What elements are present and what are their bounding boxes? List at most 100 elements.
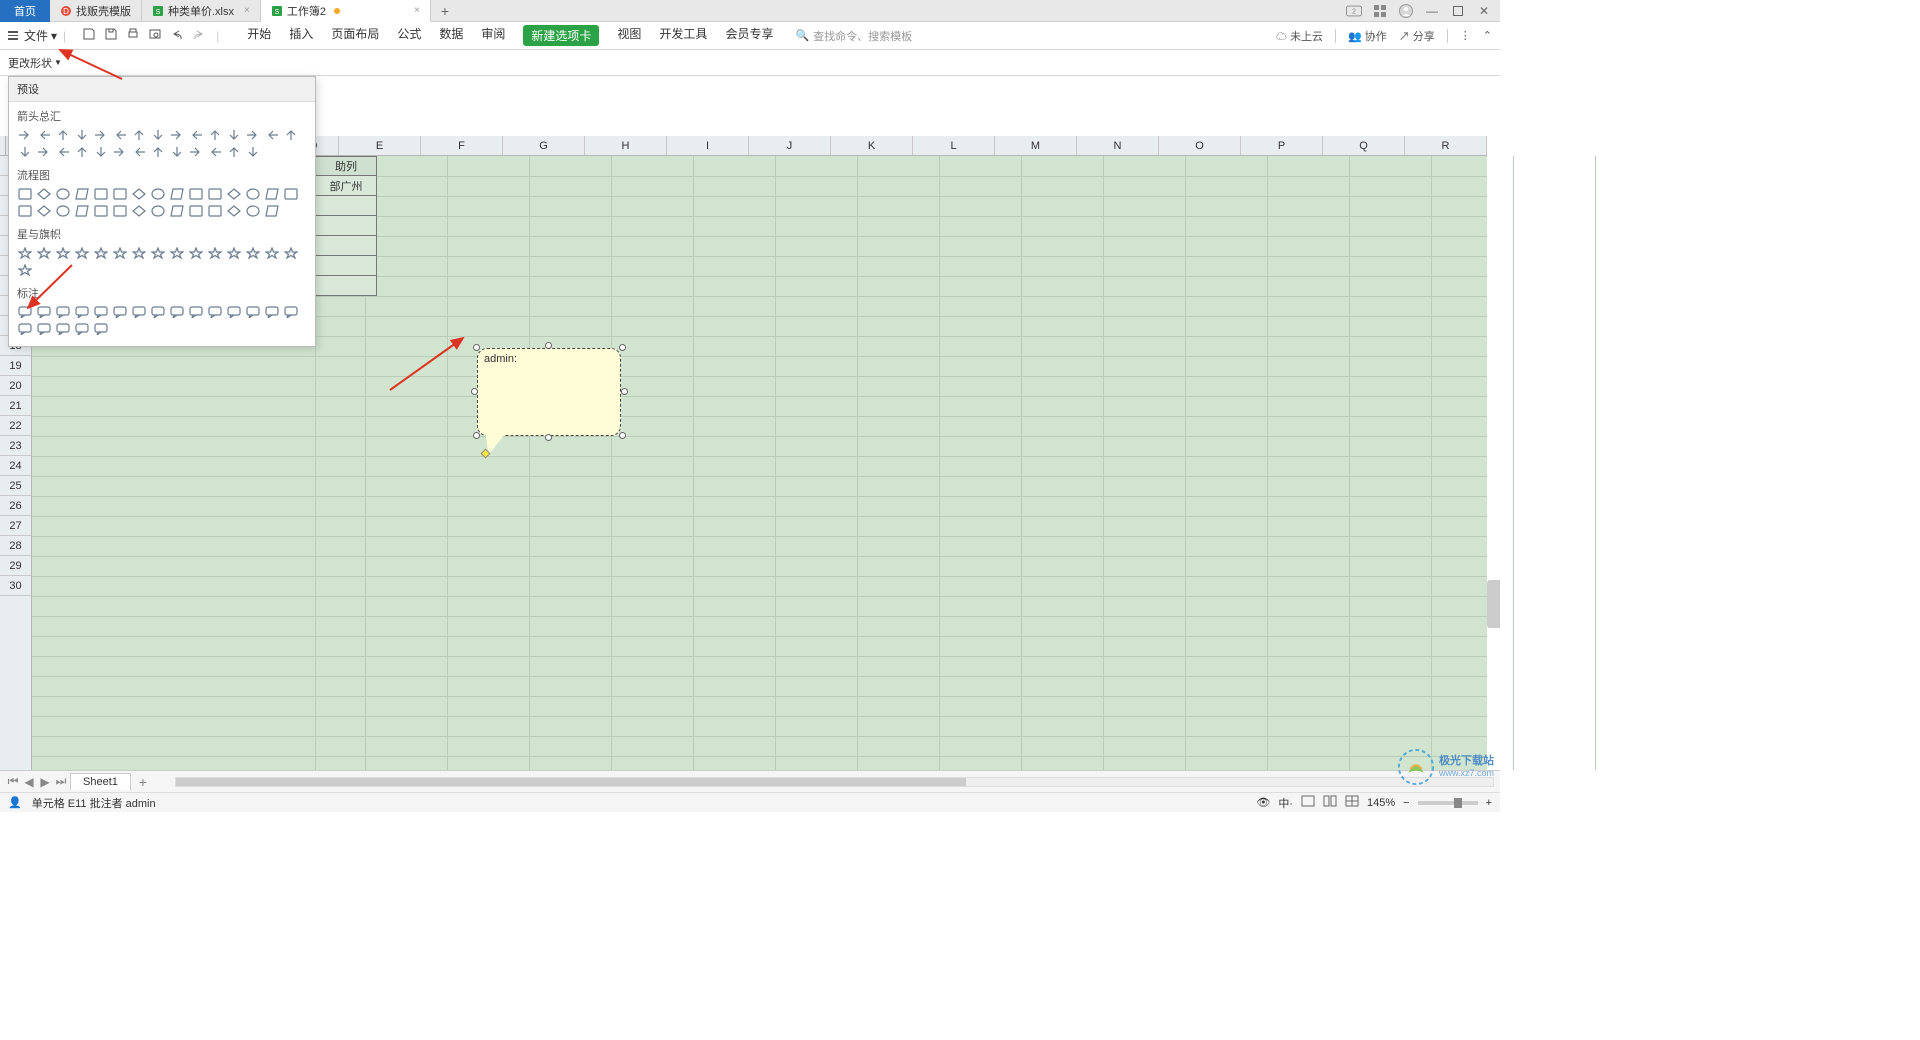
shape-option[interactable] [112,246,128,260]
cell[interactable] [315,256,377,276]
shape-option[interactable] [112,128,128,142]
shape-option[interactable] [150,246,166,260]
col-header[interactable]: Q [1323,136,1405,155]
shape-option[interactable] [17,145,33,159]
shape-option[interactable] [207,204,223,218]
shape-option[interactable] [112,204,128,218]
menu-layout[interactable]: 页面布局 [331,25,379,46]
shape-option[interactable] [245,204,261,218]
resize-handle[interactable] [619,344,626,351]
sheet-nav-first[interactable]: ⏮ [6,775,20,789]
resize-handle[interactable] [545,342,552,349]
col-header[interactable]: P [1241,136,1323,155]
col-header[interactable]: E [339,136,421,155]
col-header[interactable]: M [995,136,1077,155]
shape-option[interactable] [169,187,185,201]
row-header[interactable]: 21 [0,396,31,416]
shape-option[interactable] [283,305,299,319]
sheet-nav-next[interactable]: ▶ [38,775,52,789]
sheet-nav-prev[interactable]: ◀ [22,775,36,789]
shape-option[interactable] [93,305,109,319]
shape-option[interactable] [226,187,242,201]
resize-handle[interactable] [473,432,480,439]
shape-option[interactable] [112,305,128,319]
more-icon[interactable]: ⋮ [1460,29,1471,42]
shape-option[interactable] [207,246,223,260]
shape-option[interactable] [74,204,90,218]
shape-option[interactable] [188,187,204,201]
close-icon[interactable]: × [414,5,420,16]
col-header[interactable]: O [1159,136,1241,155]
shape-option[interactable] [55,246,71,260]
shape-option[interactable] [55,128,71,142]
shape-option[interactable] [131,204,147,218]
shape-option[interactable] [150,128,166,142]
sheet-nav-last[interactable]: ⏭ [54,775,68,789]
shape-option[interactable] [188,305,204,319]
row-header[interactable]: 26 [0,496,31,516]
print-icon[interactable] [126,27,140,44]
shape-option[interactable] [131,128,147,142]
share-button[interactable]: ↗ 分享 [1399,28,1435,44]
shape-option[interactable] [283,128,299,142]
row-header[interactable]: 27 [0,516,31,536]
shape-option[interactable] [36,204,52,218]
maximize-icon[interactable] [1450,4,1466,18]
shape-option[interactable] [131,246,147,260]
row-header[interactable]: 20 [0,376,31,396]
profile-icon[interactable]: 👤 [8,796,22,809]
shape-option[interactable] [150,145,166,159]
cell[interactable] [315,216,377,236]
col-header[interactable]: K [831,136,913,155]
col-header[interactable]: R [1405,136,1487,155]
cell[interactable] [315,276,377,296]
resize-handle[interactable] [621,388,628,395]
shape-option[interactable] [74,145,90,159]
menu-view[interactable]: 视图 [617,25,641,46]
row-header[interactable]: 30 [0,576,31,596]
shape-option[interactable] [245,145,261,159]
command-search[interactable]: 🔍 查找命令、搜索模板 [795,28,912,44]
col-header[interactable]: H [585,136,667,155]
shape-option[interactable] [74,128,90,142]
shape-option[interactable] [17,187,33,201]
shape-option[interactable] [74,187,90,201]
shape-option[interactable] [112,187,128,201]
shape-option[interactable] [264,204,280,218]
zoom-level[interactable]: 145% [1367,797,1395,809]
shape-option[interactable] [245,305,261,319]
shape-option[interactable] [245,187,261,201]
shape-option[interactable] [188,145,204,159]
shape-option[interactable] [264,187,280,201]
shape-option[interactable] [207,187,223,201]
shape-option[interactable] [17,204,33,218]
shape-option[interactable] [36,187,52,201]
tab-xlsx-1[interactable]: S 种类单价.xlsx × [142,0,261,22]
tab-template[interactable]: D 找贩壳模版 [50,0,142,22]
shape-option[interactable] [55,145,71,159]
shape-option[interactable] [264,246,280,260]
shape-option[interactable] [93,145,109,159]
shape-option[interactable] [55,187,71,201]
col-header[interactable]: N [1077,136,1159,155]
shape-option[interactable] [93,204,109,218]
collab-button[interactable]: 👥 协作 [1348,28,1387,44]
col-header[interactable]: J [749,136,831,155]
shape-option[interactable] [93,128,109,142]
menu-new-tab[interactable]: 新建选项卡 [523,25,599,46]
shape-option[interactable] [169,204,185,218]
shape-option[interactable] [36,322,52,336]
shape-option[interactable] [169,246,185,260]
shape-option[interactable] [245,246,261,260]
shape-option[interactable] [93,246,109,260]
row-header[interactable]: 19 [0,356,31,376]
row-header[interactable]: 25 [0,476,31,496]
menu-data[interactable]: 数据 [439,25,463,46]
file-menu[interactable]: 文件▾ [24,27,57,44]
shape-option[interactable] [17,322,33,336]
shape-option[interactable] [74,322,90,336]
shape-option[interactable] [17,128,33,142]
cell[interactable] [315,236,377,256]
grid-icon[interactable] [1372,4,1388,18]
view-normal-icon[interactable] [1301,795,1315,810]
